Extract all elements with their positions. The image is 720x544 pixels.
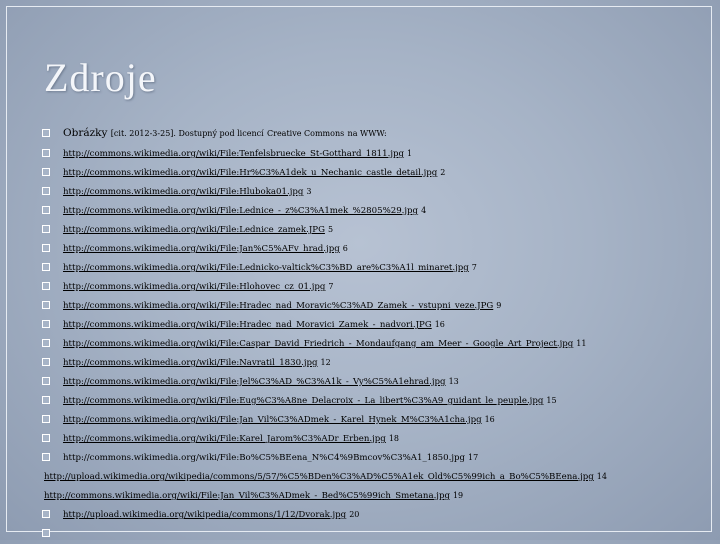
source-row: http://commons.wikimedia.org/wiki/File:N…	[42, 353, 714, 372]
source-link[interactable]: http://commons.wikimedia.org/wiki/File:H…	[63, 320, 432, 330]
source-link[interactable]: http://commons.wikimedia.org/wiki/File:L…	[63, 263, 469, 273]
source-link[interactable]: http://commons.wikimedia.org/wiki/File:J…	[44, 491, 450, 501]
source-link[interactable]: http://commons.wikimedia.org/wiki/File:T…	[63, 149, 404, 159]
source-link[interactable]: http://commons.wikimedia.org/wiki/File:J…	[63, 244, 340, 254]
heading-row: Obrázky [cit. 2012-3-25]. Dostupný pod l…	[42, 123, 714, 144]
square-bullet-icon	[42, 149, 50, 157]
source-row: http://upload.wikimedia.org/wikipedia/co…	[42, 505, 714, 524]
source-row: http://commons.wikimedia.org/wiki/File:K…	[42, 429, 714, 448]
source-link[interactable]: http://commons.wikimedia.org/wiki/File:C…	[63, 339, 573, 349]
square-bullet-icon	[42, 129, 50, 137]
source-row: http://commons.wikimedia.org/wiki/File:C…	[42, 334, 714, 353]
square-bullet-icon	[42, 377, 50, 385]
source-number: 2	[440, 168, 446, 177]
source-number: 12	[320, 358, 331, 367]
source-link[interactable]: http://commons.wikimedia.org/wiki/File:H…	[63, 301, 493, 311]
source-number: 5	[327, 225, 334, 234]
square-bullet-icon	[42, 339, 50, 347]
square-bullet-icon	[42, 168, 50, 176]
source-row: http://commons.wikimedia.org/wiki/File:J…	[42, 410, 714, 429]
source-row: http://commons.wikimedia.org/wiki/File:T…	[42, 144, 714, 163]
source-number: 9	[496, 301, 502, 310]
source-number: 16	[434, 320, 445, 329]
source-row: http://upload.wikimedia.org/wikipedia/co…	[44, 467, 714, 486]
license-name: Creative Commons	[267, 129, 345, 138]
source-row: http://commons.wikimedia.org/wiki/File:H…	[42, 315, 714, 334]
source-number: 3	[306, 187, 312, 196]
source-number: 11	[576, 339, 587, 348]
source-link[interactable]: http://commons.wikimedia.org/wiki/File:H…	[63, 187, 303, 197]
source-link[interactable]: http://commons.wikimedia.org/wiki/File:L…	[63, 225, 325, 235]
sources-list: Obrázky [cit. 2012-3-25]. Dostupný pod l…	[42, 123, 714, 543]
source-link[interactable]: http://commons.wikimedia.org/wiki/File:K…	[63, 434, 386, 444]
source-number: 6	[342, 244, 348, 253]
source-row: http://commons.wikimedia.org/wiki/File:H…	[42, 296, 714, 315]
source-url-text: http://commons.wikimedia.org/wiki/File:B…	[63, 453, 466, 463]
source-link[interactable]: http://commons.wikimedia.org/wiki/File:L…	[63, 206, 418, 216]
source-row: http://commons.wikimedia.org/wiki/File:H…	[42, 277, 714, 296]
square-bullet-icon	[42, 529, 50, 537]
square-bullet-icon	[42, 301, 50, 309]
source-number: 15	[546, 396, 557, 405]
square-bullet-icon	[42, 396, 50, 404]
source-number: 16	[484, 415, 495, 424]
source-row: http://commons.wikimedia.org/wiki/File:B…	[42, 448, 714, 467]
source-link[interactable]: http://upload.wikimedia.org/wikipedia/co…	[63, 510, 346, 520]
source-link[interactable]: http://commons.wikimedia.org/wiki/File:E…	[63, 396, 543, 406]
source-row: http://commons.wikimedia.org/wiki/File:J…	[42, 372, 714, 391]
square-bullet-icon	[42, 510, 50, 518]
square-bullet-icon	[42, 244, 50, 252]
source-number: 19	[452, 491, 464, 500]
source-number: 18	[388, 434, 399, 443]
square-bullet-icon	[42, 282, 50, 290]
source-row: http://commons.wikimedia.org/wiki/File:J…	[42, 239, 714, 258]
source-row	[42, 524, 714, 543]
square-bullet-icon	[42, 320, 50, 328]
square-bullet-icon	[42, 206, 50, 214]
square-bullet-icon	[42, 225, 50, 233]
source-row: http://commons.wikimedia.org/wiki/File:L…	[42, 258, 714, 277]
source-number: 17	[468, 453, 479, 462]
source-row: http://commons.wikimedia.org/wiki/File:L…	[42, 201, 714, 220]
source-row: http://commons.wikimedia.org/wiki/File:J…	[44, 486, 714, 505]
square-bullet-icon	[42, 453, 50, 461]
source-number: 14	[596, 472, 607, 481]
heading-label: Obrázky	[63, 127, 108, 139]
source-number: 7	[471, 263, 477, 272]
source-link[interactable]: http://commons.wikimedia.org/wiki/File:J…	[63, 377, 446, 387]
source-row: http://commons.wikimedia.org/wiki/File:H…	[42, 163, 714, 182]
source-number: 1	[407, 149, 413, 158]
square-bullet-icon	[42, 263, 50, 271]
source-number: 4	[421, 206, 427, 215]
square-bullet-icon	[42, 358, 50, 366]
source-link[interactable]: http://commons.wikimedia.org/wiki/File:N…	[63, 358, 318, 368]
slide-title: Zdroje	[44, 55, 157, 100]
source-link[interactable]: http://commons.wikimedia.org/wiki/File:J…	[63, 415, 482, 425]
heading-tail: na WWW:	[347, 129, 387, 138]
source-row: http://commons.wikimedia.org/wiki/File:L…	[42, 220, 714, 239]
heading-citation: [cit. 2012-3-25]. Dostupný pod licencí	[110, 129, 264, 138]
source-link[interactable]: http://upload.wikimedia.org/wikipedia/co…	[44, 472, 594, 482]
source-link[interactable]: http://commons.wikimedia.org/wiki/File:H…	[63, 168, 437, 178]
square-bullet-icon	[42, 415, 50, 423]
source-number: 13	[448, 377, 459, 386]
square-bullet-icon	[42, 434, 50, 442]
source-number: 20	[349, 510, 360, 519]
source-row: http://commons.wikimedia.org/wiki/File:H…	[42, 182, 714, 201]
source-link[interactable]: http://commons.wikimedia.org/wiki/File:H…	[63, 282, 325, 292]
source-row: http://commons.wikimedia.org/wiki/File:E…	[42, 391, 714, 410]
square-bullet-icon	[42, 187, 50, 195]
source-number: 7	[328, 282, 334, 291]
